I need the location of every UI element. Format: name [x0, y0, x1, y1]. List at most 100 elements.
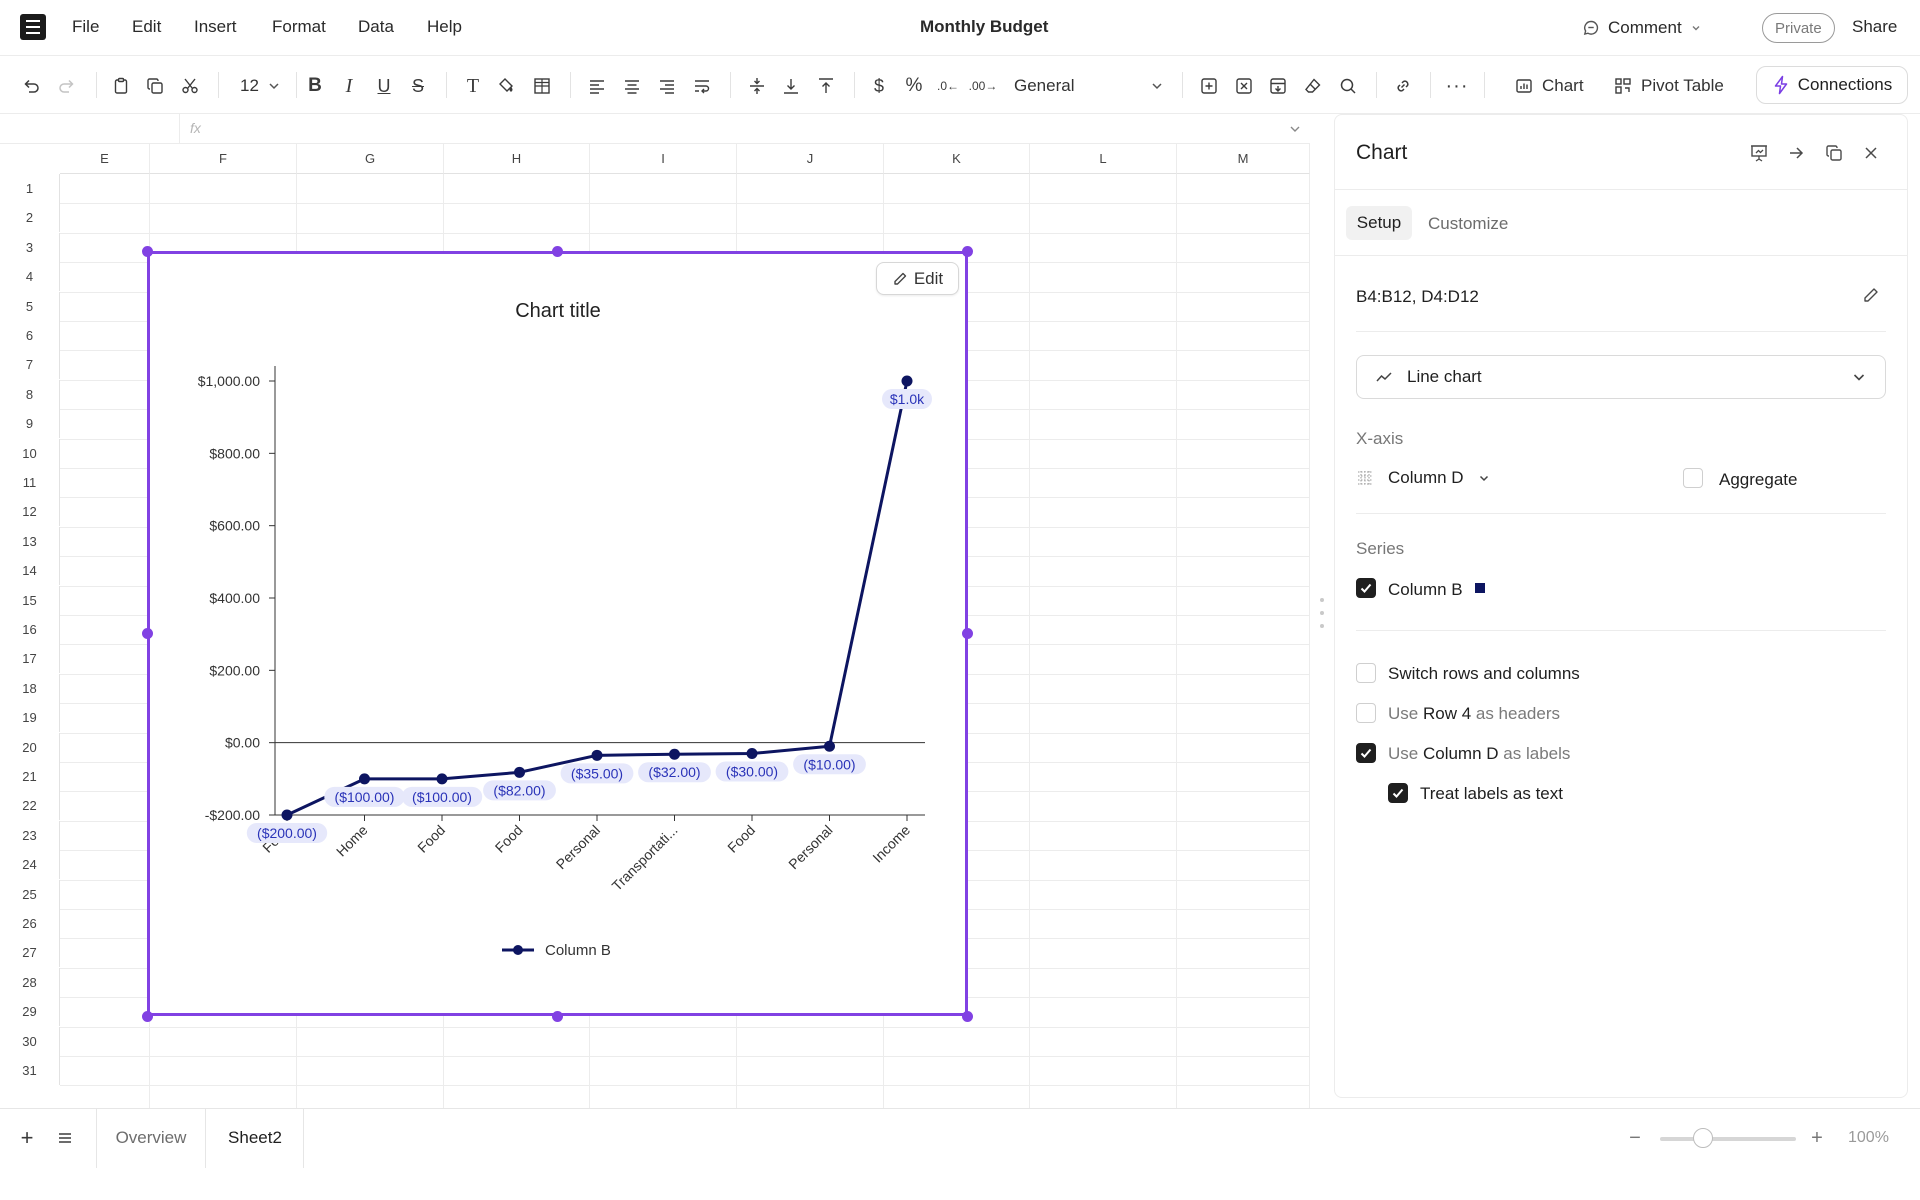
row-header-22[interactable]: 22	[0, 791, 60, 820]
menu-file[interactable]: File	[72, 17, 99, 37]
valign-top-icon[interactable]	[813, 73, 839, 99]
borders-icon[interactable]	[529, 73, 555, 99]
use-row-headers-checkbox[interactable]	[1356, 703, 1376, 723]
row-header-14[interactable]: 14	[0, 556, 60, 585]
chart-edit-button[interactable]: Edit	[876, 262, 959, 295]
data-point[interactable]	[281, 809, 293, 821]
name-box[interactable]	[0, 114, 180, 144]
data-point[interactable]	[824, 740, 835, 752]
column-header-e[interactable]: E	[60, 144, 150, 174]
align-right-icon[interactable]	[654, 73, 680, 99]
more-icon[interactable]: ···	[1444, 73, 1470, 99]
row-header-13[interactable]: 13	[0, 527, 60, 556]
link-icon[interactable]	[1390, 73, 1416, 99]
pivot-table-button[interactable]: Pivot Table	[1613, 76, 1724, 96]
row-header-2[interactable]: 2	[0, 203, 60, 232]
delete-icon[interactable]	[1231, 73, 1257, 99]
sheet-tab-overview[interactable]: Overview	[96, 1108, 206, 1168]
row-header-19[interactable]: 19	[0, 703, 60, 732]
add-sheet-icon[interactable]: +	[14, 1125, 40, 1151]
cut-icon[interactable]	[177, 73, 203, 99]
zoom-slider-handle[interactable]	[1693, 1128, 1713, 1148]
align-center-icon[interactable]	[619, 73, 645, 99]
row-header-24[interactable]: 24	[0, 850, 60, 879]
number-format-select[interactable]: General	[1014, 76, 1164, 96]
wrap-icon[interactable]	[689, 73, 715, 99]
arrow-right-icon[interactable]	[1783, 140, 1809, 166]
data-point[interactable]	[669, 748, 680, 760]
column-header-l[interactable]: L	[1030, 144, 1177, 174]
zoom-slider[interactable]	[1660, 1137, 1796, 1141]
column-header-f[interactable]: F	[150, 144, 297, 174]
data-point[interactable]	[901, 375, 913, 387]
row-header-15[interactable]: 15	[0, 586, 60, 615]
data-point[interactable]	[359, 773, 370, 785]
row-header-29[interactable]: 29	[0, 997, 60, 1026]
decrease-decimal-icon[interactable]: .0←	[935, 73, 961, 99]
zoom-in-icon[interactable]: +	[1804, 1125, 1830, 1151]
valign-middle-icon[interactable]	[744, 73, 770, 99]
row-header-18[interactable]: 18	[0, 674, 60, 703]
column-header-g[interactable]: G	[297, 144, 444, 174]
fill-color-icon[interactable]	[494, 73, 520, 99]
menu-data[interactable]: Data	[358, 17, 394, 37]
redo-icon[interactable]	[54, 73, 80, 99]
sheet-list-icon[interactable]	[52, 1125, 78, 1151]
row-header-5[interactable]: 5	[0, 292, 60, 321]
clear-format-icon[interactable]: T	[460, 73, 486, 99]
row-header-4[interactable]: 4	[0, 262, 60, 291]
comment-button[interactable]: Comment	[1582, 13, 1702, 43]
zoom-level[interactable]: 100%	[1848, 1129, 1889, 1147]
align-left-icon[interactable]	[584, 73, 610, 99]
share-button[interactable]: Share	[1852, 17, 1897, 37]
strikethrough-icon[interactable]: S	[405, 73, 431, 99]
app-menu-icon[interactable]	[20, 14, 46, 40]
insert-icon[interactable]	[1196, 73, 1222, 99]
treat-labels-text-checkbox[interactable]	[1388, 783, 1408, 803]
switch-rows-columns-checkbox[interactable]	[1356, 663, 1376, 683]
currency-icon[interactable]: $	[866, 73, 892, 99]
menu-help[interactable]: Help	[427, 17, 462, 37]
percent-icon[interactable]: %	[901, 73, 927, 99]
row-header-8[interactable]: 8	[0, 380, 60, 409]
column-header-i[interactable]: I	[590, 144, 737, 174]
column-header-k[interactable]: K	[884, 144, 1030, 174]
bold-icon[interactable]: B	[302, 73, 328, 99]
underline-icon[interactable]: U	[371, 73, 397, 99]
chart-button[interactable]: Chart	[1514, 76, 1584, 96]
sheet-tab-sheet2[interactable]: Sheet2	[207, 1108, 304, 1168]
search-icon[interactable]	[1335, 73, 1361, 99]
row-header-26[interactable]: 26	[0, 909, 60, 938]
aggregate-checkbox[interactable]	[1683, 468, 1703, 488]
menu-edit[interactable]: Edit	[132, 17, 161, 37]
row-header-17[interactable]: 17	[0, 644, 60, 673]
freeze-icon[interactable]	[1265, 73, 1291, 99]
row-header-30[interactable]: 30	[0, 1027, 60, 1056]
row-header-21[interactable]: 21	[0, 762, 60, 791]
document-title[interactable]: Monthly Budget	[920, 17, 1048, 37]
row-header-27[interactable]: 27	[0, 938, 60, 967]
use-column-labels-checkbox[interactable]	[1356, 743, 1376, 763]
data-point[interactable]	[514, 766, 525, 778]
row-header-11[interactable]: 11	[0, 468, 60, 497]
row-header-3[interactable]: 3	[0, 233, 60, 262]
font-size-select[interactable]: 12	[240, 76, 281, 96]
row-header-10[interactable]: 10	[0, 439, 60, 468]
connections-button[interactable]: Connections	[1756, 66, 1908, 104]
menu-format[interactable]: Format	[272, 17, 326, 37]
paste-icon[interactable]	[108, 73, 134, 99]
row-header-16[interactable]: 16	[0, 615, 60, 644]
row-header-7[interactable]: 7	[0, 350, 60, 379]
column-header-m[interactable]: M	[1177, 144, 1310, 174]
formula-expand-icon[interactable]	[1288, 122, 1302, 136]
tab-customize[interactable]: Customize	[1428, 214, 1508, 234]
duplicate-icon[interactable]	[1821, 140, 1847, 166]
data-point[interactable]	[436, 773, 448, 785]
close-icon[interactable]	[1858, 140, 1884, 166]
row-header-9[interactable]: 9	[0, 409, 60, 438]
presentation-icon[interactable]	[1746, 140, 1772, 166]
private-badge[interactable]: Private	[1762, 13, 1835, 43]
row-header-1[interactable]: 1	[0, 174, 60, 203]
pencil-icon[interactable]	[1858, 282, 1884, 308]
copy-icon[interactable]	[142, 73, 168, 99]
